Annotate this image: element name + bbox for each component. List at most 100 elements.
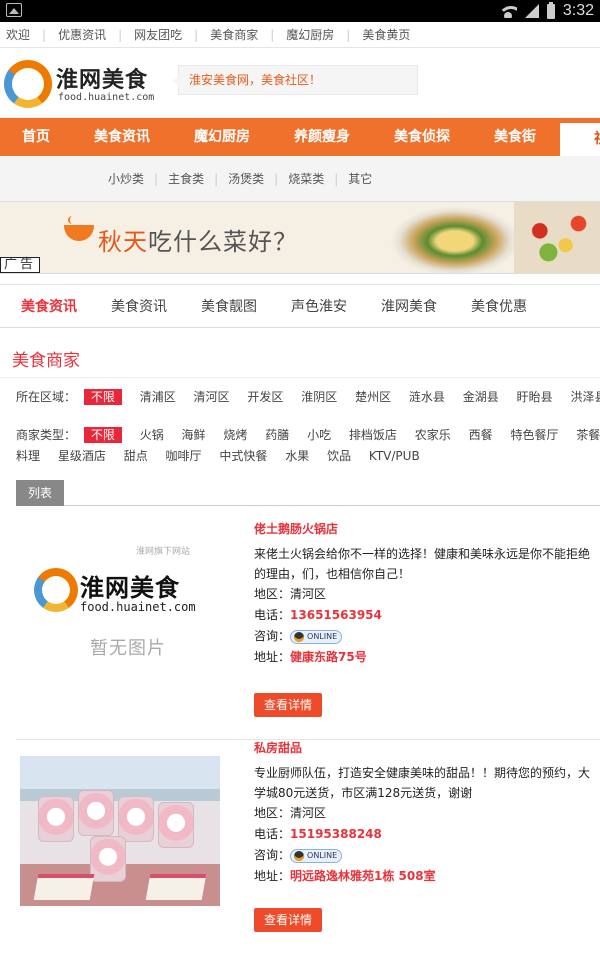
- site-logo[interactable]: 淮网美食 food.huainet.com: [4, 56, 174, 112]
- merchant-card: 淮网旗下网站 淮网美食 food.huainet.com 暂无图片 佬土鹅肠火锅…: [16, 506, 600, 740]
- merchant-phone[interactable]: 13651563954: [290, 608, 382, 622]
- area-option[interactable]: 洪泽县: [570, 390, 600, 404]
- list-view-tab[interactable]: 列表: [16, 480, 65, 506]
- type-option[interactable]: 星级酒店: [58, 449, 106, 463]
- tab-news[interactable]: 美食资讯: [94, 296, 184, 316]
- area-option[interactable]: 清浦区: [140, 390, 176, 404]
- main-nav-news[interactable]: 美食资讯: [72, 118, 172, 156]
- sub-nav-stir-fry[interactable]: 小炒类: [108, 170, 144, 187]
- sub-nav-staple[interactable]: 主食类: [168, 170, 204, 187]
- qq-online-icon[interactable]: ONLINE: [290, 848, 343, 863]
- no-image-text: 暂无图片: [90, 638, 166, 659]
- type-option[interactable]: 西餐: [469, 428, 493, 442]
- tab-huainet-food[interactable]: 淮网美食: [364, 296, 454, 316]
- banner-rest: 吃什么菜好？: [148, 228, 298, 256]
- tab-deals[interactable]: 美食优惠: [454, 296, 544, 316]
- view-details-button[interactable]: 查看详情: [254, 693, 322, 717]
- type-option[interactable]: 药膳: [265, 428, 289, 442]
- tab-audio-visual[interactable]: 声色淮安: [274, 296, 364, 316]
- merchant-name[interactable]: 私房甜品: [254, 738, 600, 759]
- type-option[interactable]: 海鲜: [182, 428, 206, 442]
- tab-photos[interactable]: 美食靓图: [184, 296, 274, 316]
- cake-slice: [33, 874, 95, 900]
- area-option[interactable]: 开发区: [247, 390, 283, 404]
- top-nav-deals[interactable]: 优惠资讯: [58, 26, 106, 43]
- merchant-description: 来佬土火锅会给你不一样的选择！健康和美味永远是你不能拒绝的理由，们，也相信你自己…: [254, 547, 591, 581]
- type-option[interactable]: 小吃: [307, 428, 331, 442]
- area-option[interactable]: 楚州区: [355, 390, 391, 404]
- type-option[interactable]: 烧烤: [223, 428, 247, 442]
- type-option[interactable]: 料理: [16, 449, 40, 463]
- address-label: 地址：: [254, 869, 291, 883]
- type-option[interactable]: 中式快餐: [219, 449, 267, 463]
- type-option-all[interactable]: 不限: [83, 427, 122, 443]
- main-nav-food-street[interactable]: 美食街: [472, 118, 558, 156]
- banner-highlight: 秋天: [98, 228, 148, 256]
- merchant-district-row: 地区：清河区: [254, 803, 600, 824]
- area-filter-label: 所在区域：: [16, 390, 77, 404]
- type-option[interactable]: 甜点: [124, 449, 148, 463]
- top-nav-merchants[interactable]: 美食商家: [210, 26, 258, 43]
- sub-nav-other[interactable]: 其它: [348, 170, 372, 187]
- top-nav-group-eat[interactable]: 网友团吃: [134, 26, 182, 43]
- area-option[interactable]: 盱眙县: [517, 390, 553, 404]
- main-nav-detective[interactable]: 美食侦探: [372, 118, 472, 156]
- type-option[interactable]: 茶餐厅: [576, 428, 600, 442]
- main-nav-beauty[interactable]: 养颜瘦身: [272, 118, 372, 156]
- top-nav-yellow-pages[interactable]: 美食黄页: [362, 26, 410, 43]
- area-option[interactable]: 淮阴区: [301, 390, 337, 404]
- category-tabs: 美食资讯 美食资讯 美食靓图 声色淮安 淮网美食 美食优惠: [0, 284, 600, 328]
- logo-text: 淮网美食: [56, 68, 149, 93]
- salad-image: [514, 202, 600, 273]
- status-time: 3:32: [562, 2, 594, 19]
- sub-nav-braised[interactable]: 烧菜类: [288, 170, 324, 187]
- address-label: 地址：: [254, 650, 291, 664]
- image-logo-url: food.huainet.com: [80, 600, 196, 614]
- logo-ring-icon: [4, 60, 52, 108]
- image-logo-text: 淮网美食: [80, 574, 180, 602]
- site-slogan: 淮安美食网，美食社区！: [173, 65, 418, 95]
- main-nav-kitchen[interactable]: 魔幻厨房: [172, 118, 272, 156]
- merchant-phone-row: 电话：13651563954: [254, 605, 600, 626]
- merchant-photo[interactable]: [20, 756, 220, 906]
- site-header: 淮网美食 food.huainet.com 淮安美食网，美食社区！: [0, 48, 600, 118]
- merchant-name[interactable]: 佬土鹅肠火锅店: [254, 519, 600, 540]
- type-option[interactable]: 特色餐厅: [510, 428, 558, 442]
- merchant-image-placeholder[interactable]: 淮网旗下网站 淮网美食 food.huainet.com 暂无图片: [20, 540, 220, 690]
- sub-nav: 小炒类 | 主食类 | 汤煲类 | 烧菜类 | 其它: [0, 156, 600, 202]
- ad-banner[interactable]: 秋天吃什么菜好？ 广告: [0, 202, 600, 274]
- main-nav-home[interactable]: 首页: [0, 118, 72, 156]
- dessert-jar: [118, 796, 154, 842]
- top-nav-welcome[interactable]: 欢迎: [6, 26, 30, 43]
- type-option[interactable]: 排档饭店: [349, 428, 397, 442]
- merchant-district: 清河区: [290, 806, 327, 820]
- qq-online-icon[interactable]: ONLINE: [290, 629, 343, 644]
- type-option[interactable]: 饮品: [327, 449, 351, 463]
- logo-ring-icon: [34, 568, 78, 612]
- area-option-all[interactable]: 不限: [83, 389, 122, 405]
- logo-url: food.huainet.com: [58, 92, 155, 103]
- type-option[interactable]: 咖啡厅: [166, 449, 202, 463]
- merchant-card: 私房甜品 专业厨师队伍，打造安全健康美味的甜品！！期待您的预约，大学城80元送货…: [16, 740, 600, 960]
- type-option[interactable]: 火锅: [140, 428, 164, 442]
- dessert-jar: [158, 802, 194, 848]
- type-option[interactable]: KTV/PUB: [369, 449, 420, 463]
- qq-label: 咨询：: [254, 848, 291, 862]
- phone-label: 电话：: [254, 608, 291, 622]
- dessert-jar: [78, 790, 114, 836]
- merchant-district: 清河区: [290, 587, 327, 601]
- top-nav-kitchen[interactable]: 魔幻厨房: [286, 26, 334, 43]
- dish-image: [390, 206, 520, 273]
- view-details-button[interactable]: 查看详情: [254, 908, 322, 932]
- area-option[interactable]: 清河区: [194, 390, 230, 404]
- tab-news-active[interactable]: 美食资讯: [4, 296, 94, 316]
- list-view-tab-bar: 列表: [16, 480, 600, 506]
- type-option[interactable]: 水果: [285, 449, 309, 463]
- merchant-phone[interactable]: 15195388248: [290, 827, 382, 841]
- area-option[interactable]: 涟水县: [409, 390, 445, 404]
- phone-label: 电话：: [254, 827, 291, 841]
- type-option[interactable]: 农家乐: [415, 428, 451, 442]
- main-nav-video[interactable]: 视频: [558, 121, 600, 156]
- area-option[interactable]: 金湖县: [463, 390, 499, 404]
- sub-nav-soup[interactable]: 汤煲类: [228, 170, 264, 187]
